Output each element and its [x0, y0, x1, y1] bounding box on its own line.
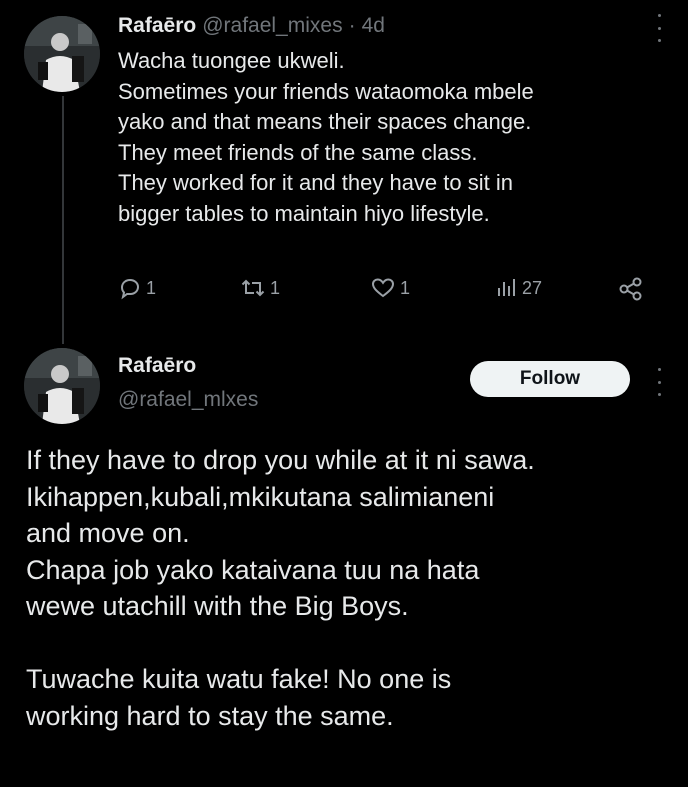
handle[interactable]: @rafael_mlxes — [118, 388, 258, 412]
text-line: yako and that means their spaces change. — [118, 109, 532, 134]
repost-icon — [241, 279, 265, 297]
share-button[interactable] — [618, 276, 644, 302]
reply-icon — [120, 278, 140, 300]
text-line: working hard to stay the same. — [26, 700, 394, 731]
views-icon — [498, 279, 515, 296]
handle[interactable]: @rafael_mixes — [202, 14, 342, 38]
reply-text: Wacha tuongee ukweli. Sometimes your fri… — [118, 46, 678, 229]
heart-icon — [371, 278, 395, 298]
text-line: Sometimes your friends wataomoka mbele — [118, 78, 534, 104]
more-icon[interactable] — [654, 366, 664, 398]
like-count: 1 — [400, 277, 411, 298]
more-icon[interactable] — [654, 12, 664, 44]
action-bar: 1 1 1 27 — [118, 276, 658, 308]
separator: · — [348, 14, 356, 37]
like-button[interactable]: 1 — [370, 276, 410, 300]
display-name[interactable]: Rafaēro — [118, 14, 196, 38]
text-line — [26, 625, 678, 662]
avatar[interactable] — [24, 16, 100, 92]
views-count: 27 — [522, 277, 543, 298]
text-line: Wacha tuongee ukweli. — [118, 48, 345, 73]
timestamp[interactable]: 4d — [362, 14, 385, 38]
avatar[interactable] — [24, 348, 100, 424]
views-button[interactable]: 27 — [494, 276, 542, 300]
reply-header: Rafaēro @rafael_mixes · 4d — [118, 10, 385, 42]
text-line: If they have to drop you while at it ni … — [26, 445, 535, 475]
tweet-text: If they have to drop you while at it ni … — [26, 442, 678, 734]
text-line: Chapa job yako kataivana tuu na hata — [26, 554, 480, 585]
reply-button[interactable]: 1 — [118, 276, 156, 300]
display-name[interactable]: Rafaēro — [118, 354, 196, 378]
repost-count: 1 — [270, 277, 281, 298]
repost-button[interactable]: 1 — [240, 276, 280, 300]
reply-count: 1 — [146, 277, 157, 298]
text-line: They meet friends of the same class. — [118, 139, 478, 165]
text-line: Tuwache kuita watu fake! No one is — [26, 664, 452, 694]
text-line: wewe utachill with the Big Boys. — [26, 591, 409, 621]
thread-connector-line — [62, 96, 64, 344]
avatar-photo — [24, 16, 100, 92]
text-line: Ikihappen,kubali,mkikutana salimianeni — [26, 481, 495, 512]
follow-button[interactable]: Follow — [470, 361, 630, 397]
text-line: and move on. — [26, 518, 190, 548]
text-line: bigger tables to maintain hiyo lifestyle… — [118, 200, 490, 226]
text-line: They worked for it and they have to sit … — [118, 170, 513, 195]
share-icon — [619, 277, 642, 301]
avatar-photo — [24, 348, 100, 424]
